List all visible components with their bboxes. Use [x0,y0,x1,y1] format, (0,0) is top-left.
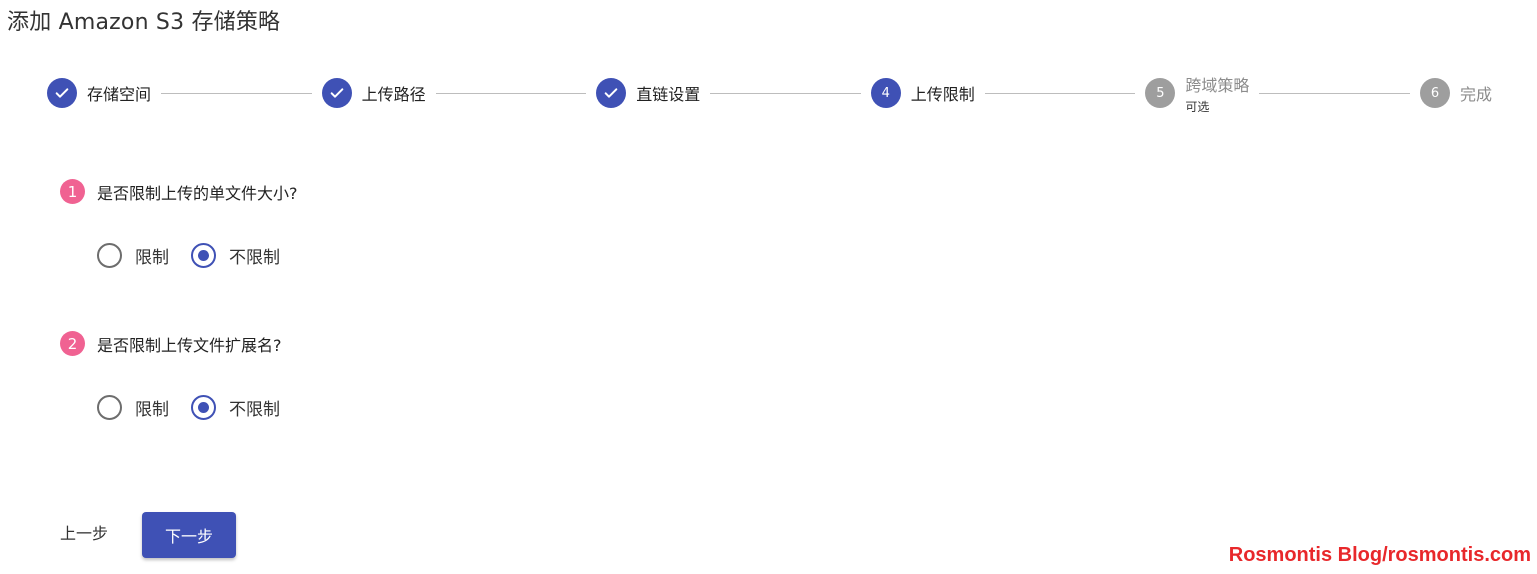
radio-group-file-size: 限制 不限制 [97,243,302,268]
radio-limit[interactable]: 限制 [97,243,169,268]
step-storage[interactable]: 存储空间 [47,78,151,108]
check-icon [596,78,627,108]
check-icon [321,78,352,108]
radio-label: 不限制 [229,400,280,420]
step-connector [984,92,1136,94]
question-number-badge: 1 [60,179,85,204]
step-label: 跨域策略 [1185,75,1250,95]
radio-checked-icon[interactable] [191,243,216,268]
step-direct-link[interactable]: 直链设置 [596,78,700,108]
radio-label: 限制 [135,400,169,420]
radio-limit[interactable]: 限制 [97,395,169,420]
back-button[interactable]: 上一步 [60,520,108,544]
page-title: 添加 Amazon S3 存储策略 [7,10,281,35]
question-file-size: 1 是否限制上传的单文件大小? [60,179,298,204]
question-file-extension: 2 是否限制上传文件扩展名? [60,331,282,356]
radio-no-limit[interactable]: 不限制 [191,243,280,268]
next-button[interactable]: 下一步 [142,512,236,558]
step-upload-limit[interactable]: 4 上传限制 [870,78,975,108]
question-text: 是否限制上传的单文件大小? [97,183,298,203]
watermark: Rosmontis Blog/rosmontis.com [1228,544,1531,566]
step-label: 上传限制 [910,85,975,104]
step-label: 存储空间 [87,85,152,104]
radio-checked-icon[interactable] [191,395,216,420]
radio-unchecked-icon[interactable] [97,395,122,420]
step-connector [161,92,312,94]
step-optional-caption: 可选 [1185,99,1210,114]
radio-group-file-extension: 限制 不限制 [97,395,302,420]
radio-unchecked-icon[interactable] [97,243,122,268]
step-connector [710,92,861,94]
step-upload-path[interactable]: 上传路径 [321,78,426,108]
stepper: 存储空间 上传路径 直链设置 4 上传限制 5 跨域策略 可选 6 完成 [47,72,1492,115]
step-finish[interactable]: 6 完成 [1419,78,1492,108]
step-label: 完成 [1459,85,1492,104]
radio-no-limit[interactable]: 不限制 [191,395,280,420]
step-connector [435,92,587,94]
step-label: 直链设置 [636,85,701,104]
question-text: 是否限制上传文件扩展名? [97,335,282,355]
step-connector [1259,92,1410,94]
radio-label: 限制 [135,248,169,268]
radio-label: 不限制 [229,248,280,268]
step-number-badge: 5 [1145,78,1176,108]
step-number-badge: 6 [1419,78,1450,108]
step-number-badge: 4 [870,78,901,108]
step-cors-policy[interactable]: 5 跨域策略 可选 [1145,72,1249,115]
check-icon [47,78,77,108]
step-label: 上传路径 [361,85,426,104]
question-number-badge: 2 [60,331,85,356]
